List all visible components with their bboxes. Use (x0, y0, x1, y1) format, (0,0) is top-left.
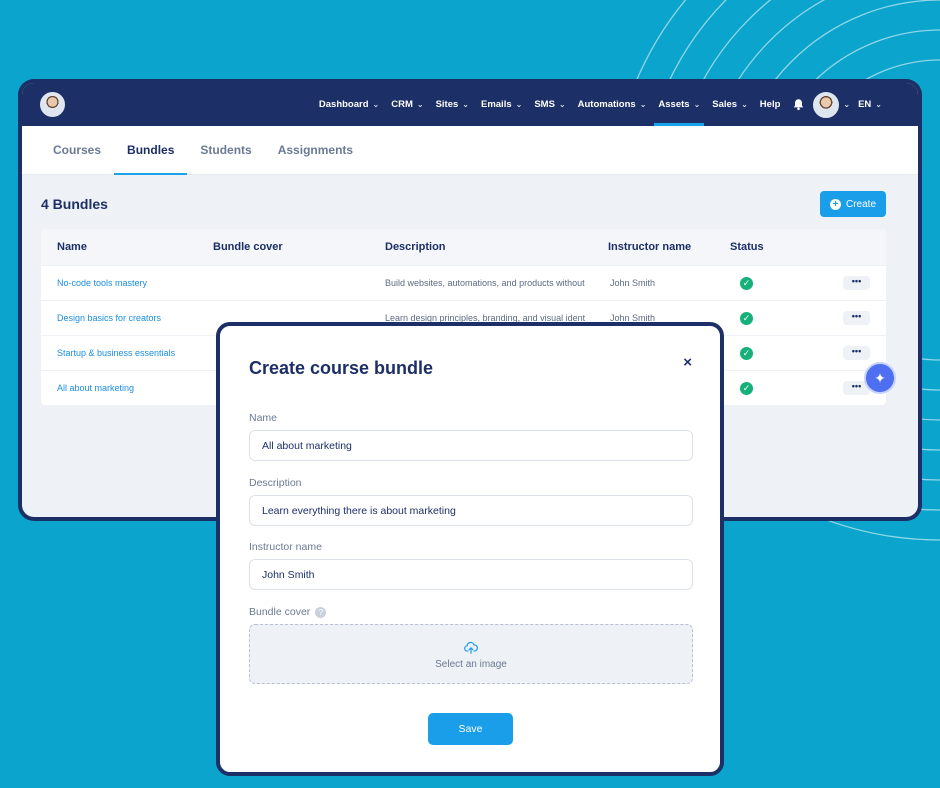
check-circle-icon: ✓ (740, 381, 753, 395)
image-dropzone[interactable]: Select an image (249, 624, 693, 684)
menu-label: Assets (658, 99, 690, 110)
top-navigation: Dashboard ⌄ CRM ⌄ Sites ⌄ Emails ⌄ SMS ⌄ Auto… (22, 83, 918, 126)
menu-label: Sales (712, 99, 738, 110)
chevron-down-icon: ⌄ (693, 100, 701, 109)
header-status[interactable]: Status (730, 241, 804, 253)
main-menu: Dashboard ⌄ CRM ⌄ Sites ⌄ Emails ⌄ SMS ⌄ Auto… (313, 83, 888, 126)
actions-cell: ••• (804, 311, 886, 325)
chevron-down-icon: ⌄ (639, 100, 647, 109)
bundle-name-link[interactable]: All about marketing (41, 383, 213, 393)
name-field[interactable]: All about marketing (249, 430, 693, 461)
bundle-description: Build websites, automations, and product… (385, 278, 585, 288)
upload-cloud-icon (464, 641, 478, 654)
table-row[interactable]: No-code tools mastery Build websites, au… (41, 265, 886, 300)
save-button[interactable]: Save (428, 713, 513, 745)
modal-title: Create course bundle (249, 358, 434, 378)
header-cover[interactable]: Bundle cover (213, 241, 385, 253)
check-circle-icon: ✓ (740, 311, 753, 325)
instructor-field[interactable]: John Smith (249, 559, 693, 590)
menu-item-help[interactable]: Help (754, 83, 787, 126)
status-cell: ✓ (730, 276, 804, 290)
chevron-down-icon: ⌄ (462, 100, 469, 109)
menu-label: Emails (480, 99, 512, 110)
description-field[interactable]: Learn everything there is about marketin… (249, 495, 693, 526)
menu-label: Automations (577, 99, 636, 110)
status-cell: ✓ (730, 311, 804, 325)
actions-cell: ••• (804, 346, 886, 360)
chevron-down-icon: ⌄ (416, 100, 424, 109)
chevron-down-icon: ⌄ (558, 100, 566, 109)
menu-label: SMS (534, 99, 555, 110)
more-horizontal-icon[interactable]: ••• (843, 346, 870, 360)
create-button[interactable]: + Create (820, 191, 886, 217)
plus-circle-icon: + (829, 198, 841, 210)
dropzone-label: Select an image (435, 659, 507, 670)
brand-avatar[interactable] (40, 92, 65, 117)
cover-label: Bundle cover (249, 606, 311, 618)
menu-label: Help (759, 99, 781, 110)
create-bundle-modal: Create course bundle × Name All about ma… (216, 322, 724, 776)
menu-item-dashboard[interactable]: Dashboard ⌄ (313, 83, 385, 126)
close-icon[interactable]: × (683, 354, 692, 371)
description-label: Description (249, 477, 302, 489)
header-name[interactable]: Name (41, 241, 213, 253)
create-button-label: Create (845, 198, 876, 210)
header-instructor[interactable]: Instructor name (608, 241, 730, 253)
menu-item-sms[interactable]: SMS ⌄ (528, 83, 571, 126)
check-circle-icon: ✓ (740, 346, 753, 360)
section-tabs: Courses Bundles Students Assignments (22, 126, 918, 175)
bundle-name-link[interactable]: Startup & business essentials (41, 348, 213, 358)
check-circle-icon: ✓ (740, 276, 753, 290)
chevron-down-icon: ⌄ (741, 100, 748, 109)
language-label: EN (858, 99, 872, 110)
tab-bundles[interactable]: Bundles (114, 126, 188, 175)
bell-icon[interactable] (792, 98, 805, 111)
actions-cell: ••• (804, 276, 886, 290)
tab-assignments[interactable]: Assignments (265, 126, 366, 174)
menu-item-crm[interactable]: CRM ⌄ (385, 83, 429, 126)
status-cell: ✓ (730, 346, 804, 360)
cover-label-row: Bundle cover? (249, 606, 327, 618)
menu-item-sales[interactable]: Sales ⌄ (706, 83, 754, 126)
header-description[interactable]: Description (385, 241, 608, 253)
more-horizontal-icon[interactable]: ••• (843, 311, 870, 325)
content-header: 4 Bundles + Create (41, 191, 886, 217)
bundle-instructor: John Smith (610, 278, 656, 288)
menu-item-emails[interactable]: Emails ⌄ (475, 83, 528, 126)
chevron-down-icon: ⌄ (372, 100, 380, 109)
sparkle-icon[interactable]: ✦ (864, 362, 896, 394)
menu-item-automations[interactable]: Automations ⌄ (572, 83, 653, 126)
chevron-down-icon: ⌄ (515, 100, 523, 109)
chevron-down-icon: ⌄ (875, 100, 882, 109)
tab-students[interactable]: Students (187, 126, 264, 174)
help-icon[interactable]: ? (315, 606, 327, 618)
bundle-name-link[interactable]: Design basics for creators (41, 313, 213, 323)
bundle-name-link[interactable]: No-code tools mastery (41, 278, 213, 288)
more-horizontal-icon[interactable]: ••• (843, 276, 870, 290)
menu-label: CRM (391, 99, 413, 110)
menu-item-sites[interactable]: Sites ⌄ (430, 83, 475, 126)
table-header: Name Bundle cover Description Instructor… (41, 229, 886, 265)
status-cell: ✓ (730, 381, 804, 395)
chevron-down-icon: ⌄ (843, 100, 851, 109)
user-avatar[interactable] (813, 91, 840, 118)
instructor-label: Instructor name (249, 541, 322, 553)
menu-item-assets[interactable]: Assets ⌄ (652, 83, 706, 126)
menu-label: Sites (435, 99, 459, 110)
tab-courses[interactable]: Courses (40, 126, 114, 174)
menu-label: Dashboard (318, 99, 369, 110)
language-select[interactable]: ⌄ EN ⌄ (839, 83, 888, 126)
page-title: 4 Bundles (41, 196, 108, 212)
name-label: Name (249, 412, 278, 424)
